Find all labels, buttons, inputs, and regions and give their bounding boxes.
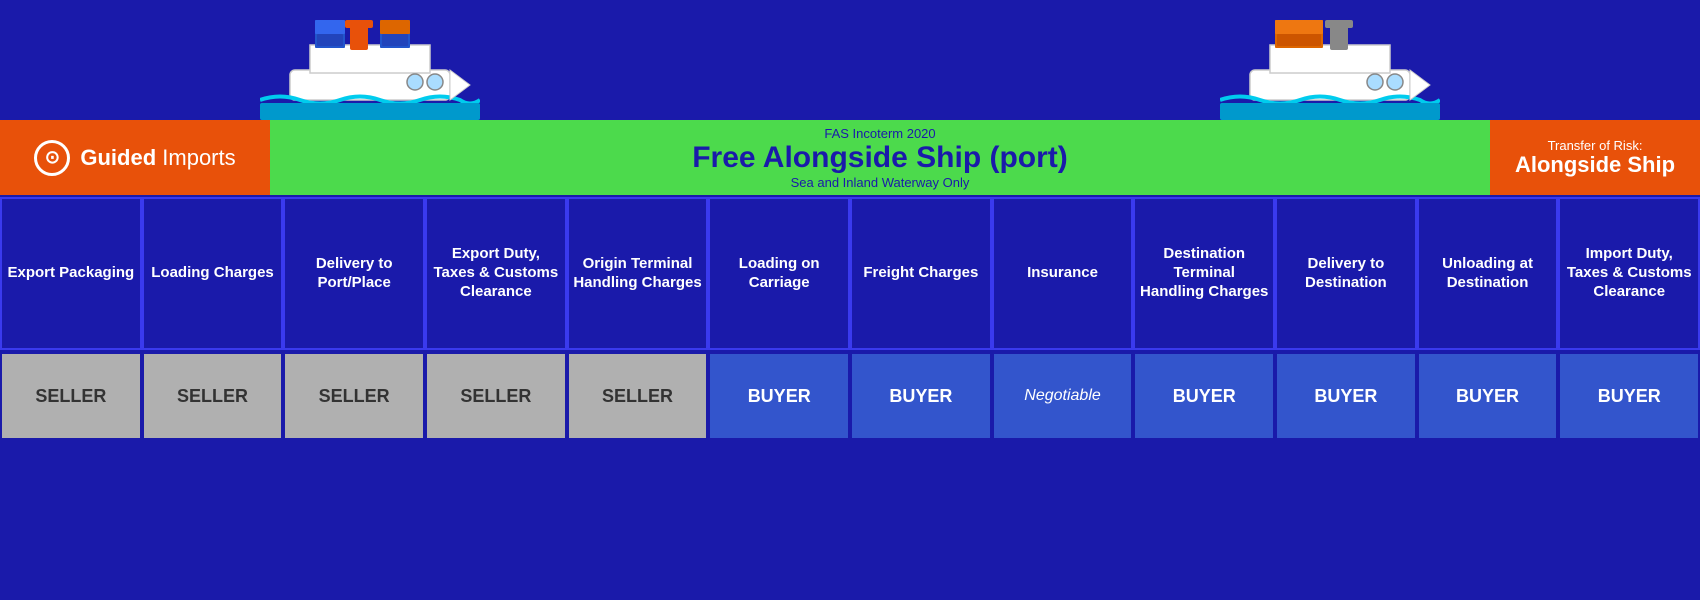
val-cell-9: BUYER [1275,352,1417,440]
col-header-8: Destination Terminal Handling Charges [1133,197,1275,350]
col-header-9: Delivery to Destination [1275,197,1417,350]
ships-row [0,0,1700,120]
col-header-5: Loading on Carriage [708,197,850,350]
right-ship [1220,10,1440,120]
risk-value: Alongside Ship [1515,153,1675,177]
header-row: ⊙ Guided Imports FAS Incoterm 2020 Free … [0,120,1700,195]
col-header-0: Export Packaging [0,197,142,350]
risk-cell: Transfer of Risk: Alongside Ship [1490,120,1700,195]
val-cell-4: SELLER [567,352,709,440]
val-cell-5: BUYER [708,352,850,440]
subtitle: Sea and Inland Waterway Only [791,175,970,190]
logo-cell: ⊙ Guided Imports [0,120,270,195]
val-cell-0: SELLER [0,352,142,440]
logo-icon: ⊙ [34,140,70,176]
col-header-11: Import Duty, Taxes & Customs Clearance [1558,197,1700,350]
col-header-10: Unloading at Destination [1417,197,1559,350]
main-title: Free Alongside Ship (port) [692,141,1068,175]
val-cell-7: Negotiable [992,352,1134,440]
col-header-3: Export Duty, Taxes & Customs Clearance [425,197,567,350]
val-cell-6: BUYER [850,352,992,440]
col-header-1: Loading Charges [142,197,284,350]
logo-bold: Guided [80,145,156,170]
title-cell: FAS Incoterm 2020 Free Alongside Ship (p… [270,120,1490,195]
val-cell-11: BUYER [1558,352,1700,440]
col-header-6: Freight Charges [850,197,992,350]
columns-row: Export PackagingLoading ChargesDelivery … [0,195,1700,350]
values-row: SELLERSELLERSELLERSELLERSELLERBUYERBUYER… [0,350,1700,440]
val-cell-2: SELLER [283,352,425,440]
val-cell-1: SELLER [142,352,284,440]
col-header-2: Delivery to Port/Place [283,197,425,350]
val-cell-8: BUYER [1133,352,1275,440]
val-cell-3: SELLER [425,352,567,440]
val-cell-10: BUYER [1417,352,1559,440]
col-header-7: Insurance [992,197,1134,350]
logo-text: Guided Imports [80,145,235,171]
incoterm-label: FAS Incoterm 2020 [824,126,935,141]
main-container: ⊙ Guided Imports FAS Incoterm 2020 Free … [0,0,1700,600]
col-header-4: Origin Terminal Handling Charges [567,197,709,350]
left-ship [260,10,480,120]
risk-label: Transfer of Risk: [1548,138,1643,153]
